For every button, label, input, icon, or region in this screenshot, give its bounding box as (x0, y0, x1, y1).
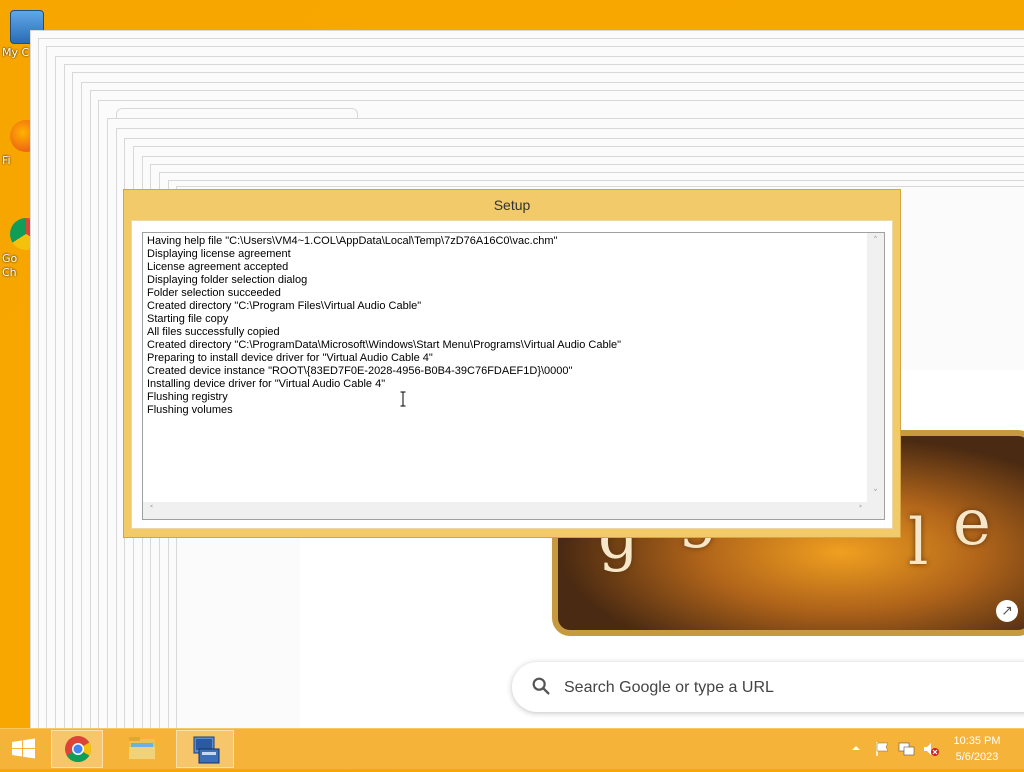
chrome-icon (65, 736, 92, 763)
log-line: Created directory "C:\ProgramData\Micros… (147, 339, 622, 351)
log-line: All files successfully copied (147, 326, 280, 338)
taskbar-chrome-button[interactable] (51, 730, 103, 768)
windows-logo-icon (12, 738, 35, 759)
show-hidden-icons-chevron-icon[interactable] (850, 743, 862, 753)
volume-muted-icon[interactable] (922, 741, 940, 757)
doodle-letter: e (953, 486, 991, 560)
log-line: Created device instance "ROOT\{83ED7F0E-… (147, 365, 573, 377)
setup-installer-icon (193, 736, 220, 764)
clock-date: 5/6/2023 (955, 751, 999, 763)
vertical-scrollbar[interactable]: ˄ ˅ (867, 233, 884, 503)
window-title: Setup (493, 197, 531, 213)
clock-time: 10:35 PM (953, 735, 1001, 747)
doodle-letter: l (908, 506, 929, 580)
log-lines: Having help file "C:\Users\VM4~1.COL\App… (147, 235, 862, 417)
scrollbar-corner (867, 502, 884, 519)
action-center-flag-icon[interactable] (874, 741, 892, 757)
log-line: Flushing volumes (147, 404, 233, 416)
search-input[interactable] (562, 674, 986, 702)
log-line: Preparing to install device driver for "… (147, 352, 433, 364)
google-search-box[interactable] (512, 662, 1024, 712)
log-line: Displaying folder selection dialog (147, 274, 308, 286)
folder-icon (129, 737, 155, 759)
log-line: Folder selection succeeded (147, 287, 281, 299)
setup-window[interactable]: Setup Having help file "C:\Users\VM4~1.C… (123, 189, 901, 538)
taskbar-setup-button[interactable] (176, 730, 234, 768)
taskbar-clock[interactable]: 10:35 PM 5/6/2023 (948, 733, 1006, 765)
log-line: Created directory "C:\Program Files\Virt… (147, 300, 422, 312)
install-log-textbox[interactable]: Having help file "C:\Users\VM4~1.COL\App… (142, 232, 885, 520)
start-button[interactable] (0, 730, 48, 768)
log-line: Flushing registry (147, 391, 228, 403)
network-icon[interactable] (898, 741, 916, 757)
log-line: Having help file "C:\Users\VM4~1.COL\App… (147, 235, 558, 247)
search-icon (532, 677, 550, 695)
scroll-down-arrow-icon[interactable]: ˅ (867, 486, 884, 503)
system-tray (850, 729, 950, 769)
scroll-left-arrow-icon[interactable]: ˂ (143, 502, 160, 519)
scroll-up-arrow-icon[interactable]: ˄ (867, 233, 884, 250)
setup-client-area: Having help file "C:\Users\VM4~1.COL\App… (131, 220, 893, 529)
taskbar: 10:35 PM 5/6/2023 (0, 728, 1024, 769)
taskbar-file-explorer-button[interactable] (116, 730, 168, 768)
log-line: Starting file copy (147, 313, 229, 325)
horizontal-scrollbar[interactable]: ˂ ˃ (143, 502, 869, 519)
text-cursor-icon (400, 391, 406, 407)
share-icon[interactable]: ↗ (996, 600, 1018, 622)
log-line: Installing device driver for "Virtual Au… (147, 378, 386, 390)
log-line: Displaying license agreement (147, 248, 291, 260)
log-line: License agreement accepted (147, 261, 289, 273)
